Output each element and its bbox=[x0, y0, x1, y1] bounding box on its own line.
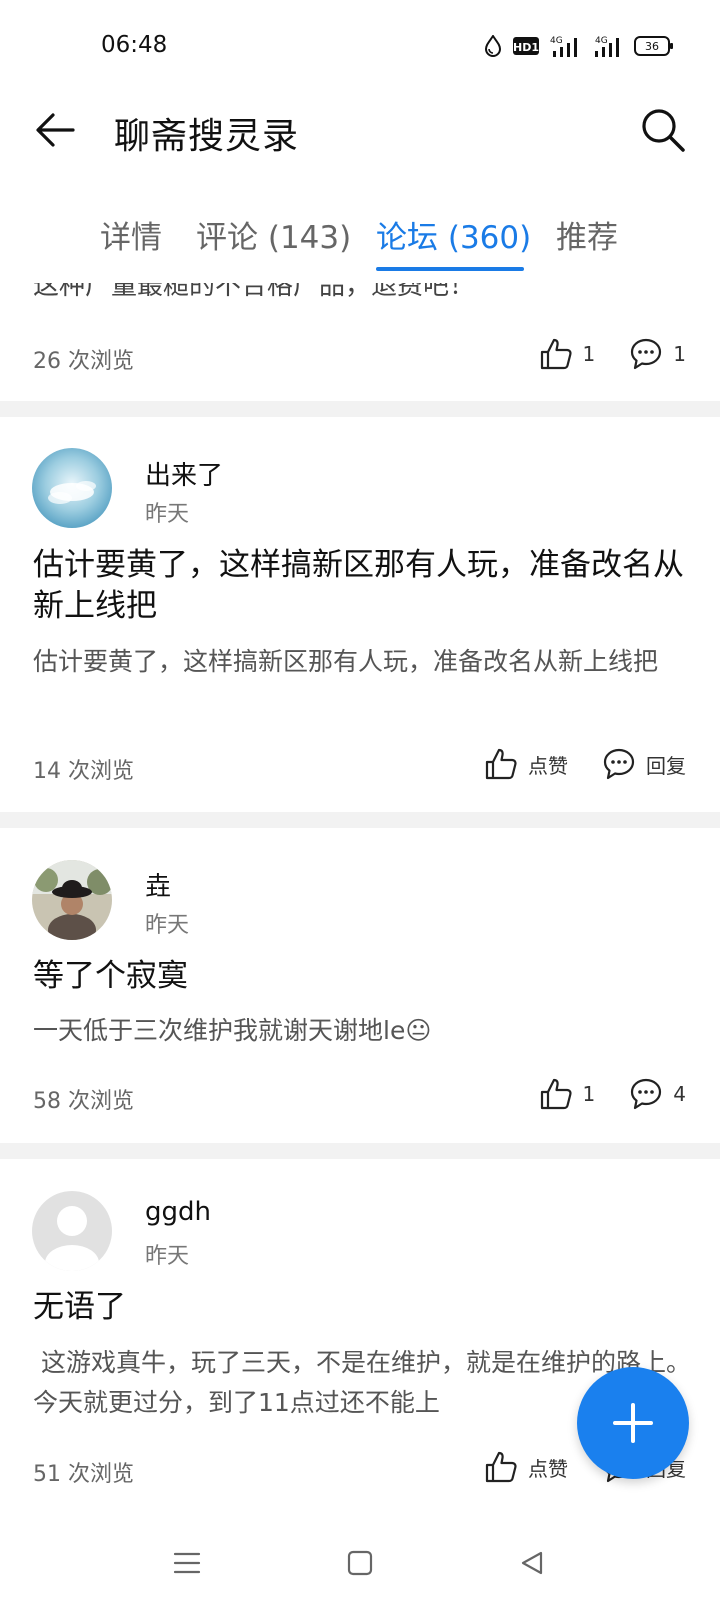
section-divider bbox=[0, 812, 720, 828]
hd-icon: HD1 bbox=[512, 36, 540, 56]
reply-button[interactable]: 1 bbox=[629, 337, 686, 371]
net-label-1: 4G bbox=[550, 36, 563, 46]
menu-button[interactable] bbox=[167, 1543, 207, 1583]
post-author[interactable]: 垚 bbox=[145, 866, 171, 903]
forum-feed[interactable]: 这种广量最糙的不合格广品，退费吧！ 26 次浏览 1 1 出来了 昨天 估计要黄… bbox=[0, 283, 720, 1525]
home-button[interactable] bbox=[340, 1543, 380, 1583]
post-time: 昨天 bbox=[145, 502, 190, 527]
net-label-2: 4G bbox=[595, 36, 608, 46]
arrow-left-icon bbox=[36, 113, 75, 147]
battery-level: 36 bbox=[645, 40, 659, 53]
status-bar: 06:48 HD1 4G 4G 36 bbox=[0, 0, 720, 95]
page-title: 聊斋搜灵录 bbox=[114, 116, 300, 157]
section-divider bbox=[0, 401, 720, 417]
post-body[interactable]: 一天低于三次维护我就谢天谢地le😐 bbox=[33, 1011, 693, 1051]
like-count: 1 bbox=[582, 1082, 596, 1106]
active-tab-indicator bbox=[376, 267, 524, 271]
tab-forum[interactable]: 论坛 (360) bbox=[376, 212, 531, 257]
view-count: 26 次浏览 bbox=[33, 349, 134, 374]
title-bar: 聊斋搜灵录 bbox=[0, 95, 720, 195]
section-divider bbox=[0, 1143, 720, 1159]
plus-icon bbox=[613, 1403, 653, 1443]
signal-icon: 4G bbox=[592, 34, 624, 58]
reply-label: 回复 bbox=[646, 753, 686, 778]
system-nav-bar bbox=[0, 1525, 720, 1600]
status-icons: HD1 4G 4G 36 bbox=[484, 34, 674, 58]
view-count: 51 次浏览 bbox=[33, 1462, 134, 1487]
system-back-button[interactable] bbox=[512, 1543, 552, 1583]
post-title[interactable]: 估计要黄了，这样搞新区那有人玩，准备改名从新上线把 bbox=[33, 545, 693, 627]
tab-bar: 详情 评论 (143) 论坛 (360) 推荐 bbox=[0, 212, 720, 274]
comment-bubble-icon bbox=[631, 1078, 662, 1110]
post-body[interactable]: 估计要黄了，这样搞新区那有人玩，准备改名从新上线把 bbox=[33, 642, 693, 682]
like-label: 点赞 bbox=[528, 753, 568, 778]
hd-label: HD1 bbox=[513, 41, 539, 54]
post-author[interactable]: 出来了 bbox=[145, 455, 223, 492]
like-button[interactable]: 点赞 bbox=[484, 747, 568, 781]
view-count: 58 次浏览 bbox=[33, 1089, 134, 1114]
avatar[interactable] bbox=[32, 860, 112, 940]
like-button[interactable]: 1 bbox=[539, 337, 596, 371]
reply-button[interactable]: 回复 bbox=[602, 747, 686, 781]
view-count: 14 次浏览 bbox=[33, 759, 134, 784]
tab-recommend[interactable]: 推荐 bbox=[556, 212, 618, 257]
like-button[interactable]: 点赞 bbox=[484, 1450, 568, 1484]
avatar[interactable] bbox=[32, 448, 112, 528]
post-time: 昨天 bbox=[145, 1244, 190, 1269]
thumbs-up-icon bbox=[540, 1078, 572, 1110]
post-time: 昨天 bbox=[145, 913, 190, 938]
back-button[interactable] bbox=[30, 105, 80, 155]
back-triangle-icon bbox=[521, 1551, 543, 1575]
default-avatar-icon[interactable] bbox=[32, 1191, 112, 1271]
comment-bubble-icon bbox=[631, 338, 662, 370]
like-label: 点赞 bbox=[528, 1456, 568, 1481]
home-square-icon bbox=[347, 1550, 373, 1576]
like-count: 1 bbox=[582, 342, 596, 366]
post-actions: 1 4 bbox=[539, 1077, 686, 1111]
thumbs-up-icon bbox=[485, 1451, 517, 1483]
post-body-fragment[interactable]: 这种广量最糙的不合格广品，退费吧！ bbox=[33, 283, 475, 302]
signal-icon: 4G bbox=[550, 34, 582, 58]
reply-count: 1 bbox=[673, 342, 686, 366]
thumbs-up-icon bbox=[485, 748, 517, 780]
post-author[interactable]: ggdh bbox=[145, 1197, 211, 1227]
search-icon bbox=[642, 109, 685, 152]
like-button[interactable]: 1 bbox=[539, 1077, 596, 1111]
new-post-button[interactable] bbox=[577, 1367, 689, 1479]
post-actions: 点赞 回复 bbox=[484, 747, 686, 781]
reply-button[interactable]: 4 bbox=[629, 1077, 686, 1111]
menu-icon bbox=[173, 1552, 201, 1574]
tab-details[interactable]: 详情 bbox=[100, 212, 162, 257]
water-drop-icon bbox=[484, 35, 502, 57]
post-actions: 1 1 bbox=[539, 337, 686, 371]
status-time: 06:48 bbox=[101, 32, 168, 58]
search-button[interactable] bbox=[636, 103, 690, 157]
battery-icon: 36 bbox=[634, 35, 674, 57]
reply-count: 4 bbox=[673, 1082, 686, 1106]
tab-comments[interactable]: 评论 (143) bbox=[196, 212, 351, 257]
post-title[interactable]: 无语了 bbox=[33, 1287, 693, 1328]
post-title[interactable]: 等了个寂寞 bbox=[33, 956, 693, 997]
comment-bubble-icon bbox=[603, 748, 635, 780]
thumbs-up-icon bbox=[540, 338, 572, 370]
